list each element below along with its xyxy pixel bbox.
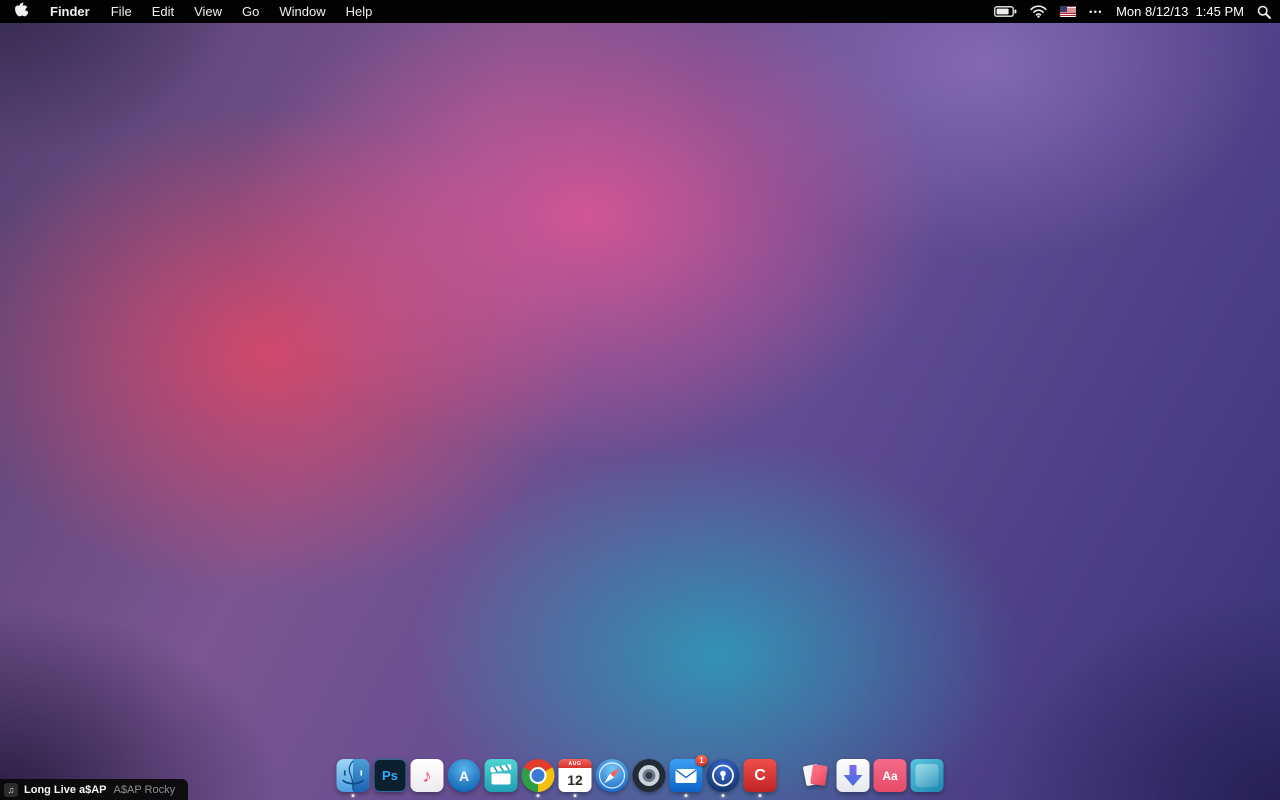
calendar-icon: AUG 12 [558,759,592,792]
dock-icon-chrome[interactable] [521,759,555,797]
desktop: Finder File Edit View Go Window Help •••… [0,0,1280,800]
menu-item-help[interactable]: Help [336,0,383,23]
keyhole-app-icon [706,759,740,792]
safari-icon [595,759,629,792]
music-note-icon: ♫ [4,782,18,797]
dock-icon-finder[interactable] [336,759,370,797]
menu-bar-left: Finder File Edit View Go Window Help [0,0,382,23]
dock-icon-calendar[interactable]: AUG 12 [558,759,592,797]
running-indicator [684,794,688,797]
menu-bar-status: ••• Mon 8/12/13 1:45 PM [994,0,1280,23]
wifi-icon[interactable] [1030,5,1047,18]
music-note-app-icon: ♪ [410,759,444,792]
dock-icon-downloads[interactable] [836,759,870,797]
dock-icon-documents-stack[interactable] [800,759,833,797]
keyboard-layout-us-flag-icon[interactable] [1060,6,1077,17]
app-store-icon: A [447,759,481,792]
battery-icon[interactable] [994,5,1017,18]
download-arrow-icon [836,759,870,792]
now-playing-artist: A$AP Rocky [113,783,176,796]
fonts-app-icon: Aa [873,759,907,792]
running-indicator [351,794,355,797]
apple-logo-icon [15,2,29,21]
c-app-letter: C [754,766,766,784]
document-page-front [810,764,828,786]
dock-icon-keyhole-app[interactable] [706,759,740,797]
dock-icon-safari[interactable] [595,759,629,797]
menu-item-finder[interactable]: Finder [39,0,101,23]
running-indicator [721,794,725,797]
dock-icon-app-store[interactable]: A [447,759,481,797]
fonts-app-letters: Aa [882,768,898,783]
menu-item-go[interactable]: Go [232,0,269,23]
mail-icon: 1 [669,755,708,792]
photoshop-icon: Ps [373,759,407,792]
c-app-icon: C [743,759,777,792]
menu-clock[interactable]: Mon 8/12/13 1:45 PM [1116,4,1244,19]
documents-stack-icon [800,759,833,792]
lens-app-icon [632,759,666,792]
running-indicator [758,794,762,797]
menu-item-window[interactable]: Window [269,0,335,23]
wallpaper [0,0,1280,800]
music-note-glyph: ♫ [7,784,15,795]
dock: Ps ♪ A AUG 12 1 C Aa [336,755,944,797]
now-playing-title: Long Live a$AP [24,783,107,796]
apple-menu[interactable] [0,2,39,21]
dock-icon-teal-app[interactable] [910,759,944,797]
overflow-menu-icon[interactable]: ••• [1089,7,1103,17]
teal-app-inner [915,764,939,787]
menu-bar: Finder File Edit View Go Window Help •••… [0,0,1280,23]
teal-app-icon [910,759,944,792]
dock-icon-video-app[interactable] [484,759,518,797]
dock-icon-fonts-app[interactable]: Aa [873,759,907,797]
running-indicator [536,794,540,797]
calendar-day: 12 [567,772,583,788]
menu-item-edit[interactable]: Edit [142,0,184,23]
menu-item-view[interactable]: View [184,0,232,23]
finder-icon [336,759,370,792]
music-note-glyph: ♪ [422,765,432,786]
running-indicator [573,794,577,797]
chrome-icon [521,759,555,792]
menu-item-file[interactable]: File [101,0,142,23]
dock-icon-lens-app[interactable] [632,759,666,797]
spotlight-icon[interactable] [1257,5,1271,19]
clapperboard-icon [484,759,518,792]
dock-icon-c-app[interactable]: C [743,759,777,797]
lens-core [645,772,653,779]
now-playing-bar[interactable]: ♫ Long Live a$AP A$AP Rocky [0,779,189,800]
photoshop-label: Ps [382,768,398,783]
chrome-hub [529,767,547,784]
app-store-letter: A [458,767,470,784]
dock-icon-itunes[interactable]: ♪ [410,759,444,797]
dock-icon-mail[interactable]: 1 [669,755,708,797]
dock-icon-photoshop[interactable]: Ps [373,759,407,797]
calendar-month-band: AUG [558,759,592,768]
